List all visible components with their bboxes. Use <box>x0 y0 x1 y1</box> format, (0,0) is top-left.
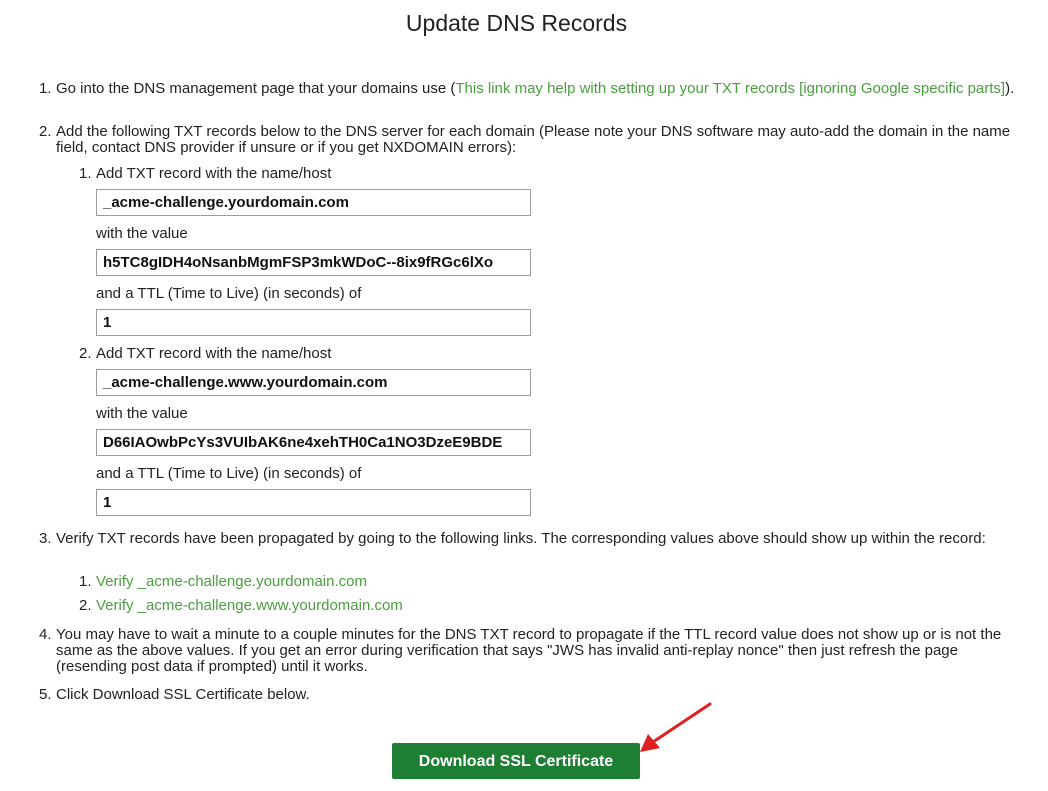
record-2-value-field[interactable]: D66IAOwbPcYs3VUIbAK6ne4xehTH0Ca1NO3DzeE9… <box>96 429 531 456</box>
verify-link-1[interactable]: Verify _acme-challenge.yourdomain.com <box>96 573 367 590</box>
step-3-text: Verify TXT records have been propagated … <box>56 530 986 547</box>
step-4-text: You may have to wait a minute to a coupl… <box>56 626 1002 675</box>
record-2-ttl-label: and a TTL (Time to Live) (in seconds) of <box>96 465 362 482</box>
red-arrow-icon <box>640 702 712 752</box>
dns-help-link[interactable]: This link may help with setting up your … <box>455 80 1005 97</box>
step-5-text: Click Download SSL Certificate below. <box>56 686 310 703</box>
verify-link-1-number: 1. <box>79 573 92 590</box>
record-1-value-label: with the value <box>96 225 188 242</box>
step-1: 1. Go into the DNS management page that … <box>39 81 1019 97</box>
record-2-value-label: with the value <box>96 405 188 422</box>
step-1-text: Go into the DNS management page that you… <box>56 80 456 97</box>
step-5: 5. Click Download SSL Certificate below. <box>39 687 1019 703</box>
verify-link-2[interactable]: Verify _acme-challenge.www.yourdomain.co… <box>96 597 403 614</box>
verify-link-2-number: 2. <box>79 597 92 614</box>
record-1-name-label: Add TXT record with the name/host <box>96 165 332 182</box>
record-1-number: 1. <box>79 165 92 182</box>
step-4: 4. You may have to wait a minute to a co… <box>39 627 1019 675</box>
record-1-value-field[interactable]: h5TC8gIDH4oNsanbMgmFSP3mkWDoC--8ix9fRGc6… <box>96 249 531 276</box>
step-number: 4. <box>39 626 52 643</box>
step-number: 5. <box>39 686 52 703</box>
step-2: 2. Add the following TXT records below t… <box>39 124 1019 156</box>
record-2-name-field[interactable]: _acme-challenge.www.yourdomain.com <box>96 369 531 396</box>
step-1-after: ). <box>1005 80 1015 97</box>
step-number: 1. <box>39 80 52 97</box>
download-ssl-certificate-button[interactable]: Download SSL Certificate <box>392 743 640 779</box>
record-2-number: 2. <box>79 345 92 362</box>
step-3: 3. Verify TXT records have been propagat… <box>39 531 1019 547</box>
record-2-ttl-field[interactable]: 1 <box>96 489 531 516</box>
step-number: 2. <box>39 123 52 140</box>
record-1-name-field[interactable]: _acme-challenge.yourdomain.com <box>96 189 531 216</box>
record-1-ttl-label: and a TTL (Time to Live) (in seconds) of <box>96 285 362 302</box>
record-1-ttl-field[interactable]: 1 <box>96 309 531 336</box>
step-2-text: Add the following TXT records below to t… <box>56 123 1011 156</box>
step-number: 3. <box>39 530 52 547</box>
step-text: Go into the DNS management page that you… <box>56 81 1019 97</box>
record-2-name-label: Add TXT record with the name/host <box>96 345 332 362</box>
page-title: Update DNS Records <box>405 10 628 36</box>
